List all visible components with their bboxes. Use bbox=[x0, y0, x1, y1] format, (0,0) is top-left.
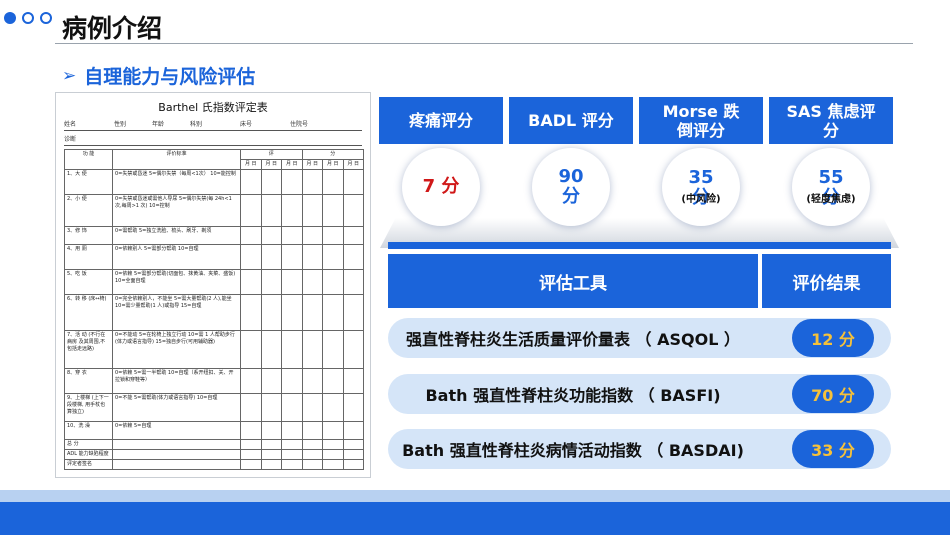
form-item: 6、转 移 (床↔椅) bbox=[64, 294, 113, 331]
form-item: 8、穿 衣 bbox=[64, 368, 113, 394]
form-std: 0=完全依赖别人，不能坐 5=需大量帮助(2 人),能坐 10=需少量帮助(1 … bbox=[112, 294, 241, 331]
score-circle-morse: 35 分 (中风险) bbox=[662, 148, 740, 226]
score-card-badl: BADL 评分 bbox=[509, 97, 633, 144]
score-value-pain: 7 分 bbox=[422, 176, 460, 197]
stage-band bbox=[388, 242, 891, 249]
form-std: 0=需帮助 5=独立洗脸、梳头、刷牙、剃须 bbox=[112, 226, 241, 245]
form-row: 评定者签名 bbox=[64, 459, 364, 470]
score-card-pain: 疼痛评分 bbox=[379, 97, 503, 144]
ring-dot-icon bbox=[40, 12, 52, 24]
form-meta-record: 住院号 bbox=[290, 121, 309, 128]
form-std bbox=[112, 459, 241, 470]
form-item: 10、洗 澡 bbox=[64, 421, 113, 440]
form-title: Barthel 氏指数评定表 bbox=[158, 101, 268, 114]
form-table: 功 能 评价标准 评 分 月 日 月 日 月 日 月 日 月 日 月 日 1、大… bbox=[64, 149, 364, 470]
form-row: 2、小 便 0=失禁或昏迷或需他人导尿 5=偶尔失禁(每 24h<1 次,每周>1… bbox=[64, 194, 364, 227]
form-std: 0=依赖 5=需部分帮助(切面包、抹黄油、夹菜、盛饭) 10=全面自理 bbox=[112, 269, 241, 295]
form-date-cell: 月 日 bbox=[281, 159, 303, 170]
footer-light-band bbox=[0, 490, 950, 502]
form-meta-line: 姓名 性别 年龄 科别 床号 住院号 bbox=[64, 119, 362, 131]
form-std: 0=依赖别人 5=需部分帮助 10=自理 bbox=[112, 244, 241, 270]
table-row-result: 33 分 bbox=[792, 430, 874, 468]
form-meta-sex: 性别 bbox=[114, 121, 127, 128]
form-row: ADL 能力缺陷程度 bbox=[64, 449, 364, 460]
table-header-result: 评价结果 bbox=[762, 254, 891, 308]
form-item: 1、大 便 bbox=[64, 169, 113, 195]
form-std: 0=失禁或昏迷或需他人导尿 5=偶尔失禁(每 24h<1 次,每周>1 次) 1… bbox=[112, 194, 241, 227]
chevron-right-icon: ➢ bbox=[62, 65, 77, 86]
score-value-badl: 90 分 bbox=[558, 166, 584, 207]
score-circle-pain: 7 分 bbox=[402, 148, 480, 226]
score-note-sas: (轻度焦虑) bbox=[806, 194, 856, 205]
form-date-cell: 月 日 bbox=[260, 159, 282, 170]
form-row: 8、穿 衣 0=依赖 5=需一半帮助 10=自理（系开纽扣、关、开拉锁和穿鞋等） bbox=[64, 368, 364, 394]
form-item: 4、用 厕 bbox=[64, 244, 113, 270]
form-date-cell: 月 日 bbox=[342, 159, 364, 170]
form-row: 1、大 便 0=失禁或昏迷 5=偶尔失禁（每周<1次） 10=能控制 bbox=[64, 169, 364, 195]
form-meta-age: 年龄 bbox=[152, 121, 165, 128]
form-std: 0=失禁或昏迷 5=偶尔失禁（每周<1次） 10=能控制 bbox=[112, 169, 241, 195]
form-date-cell: 月 日 bbox=[301, 159, 323, 170]
title-divider bbox=[55, 43, 913, 44]
form-date-cell: 月 日 bbox=[322, 159, 344, 170]
form-col-item: 功 能 bbox=[64, 149, 113, 170]
footer-dark-band bbox=[0, 502, 950, 535]
dot-icon bbox=[4, 12, 16, 24]
table-header-tool: 评估工具 bbox=[388, 254, 758, 308]
subtitle-text: 自理能力与风险评估 bbox=[84, 66, 256, 88]
score-circle-badl: 90 分 bbox=[532, 148, 610, 226]
table-row-tool: Bath 强直性脊柱炎功能指数 （ BASFI) bbox=[425, 386, 721, 405]
form-item: 评定者签名 bbox=[64, 459, 113, 470]
form-row: 3、修 饰 0=需帮助 5=独立洗脸、梳头、刷牙、剃须 bbox=[64, 226, 364, 245]
form-std: 0=依赖 5=需一半帮助 10=自理（系开纽扣、关、开拉锁和穿鞋等） bbox=[112, 368, 241, 394]
form-meta-bed: 床号 bbox=[240, 121, 253, 128]
table-row-result: 12 分 bbox=[792, 319, 874, 357]
form-std: 0=依赖 5=自理 bbox=[112, 421, 241, 440]
form-item: 总 分 bbox=[64, 439, 113, 450]
section-subtitle: ➢ 自理能力与风险评估 bbox=[62, 62, 255, 89]
form-item: 2、小 便 bbox=[64, 194, 113, 227]
form-row: 9、上楼梯 (上下一段楼梯, 用手杖也算独立) 0=不能 5=需帮助(体力或语言指… bbox=[64, 393, 364, 422]
score-card-sas: SAS 焦虑评分 bbox=[769, 97, 893, 144]
form-col-score-a: 评 bbox=[240, 149, 303, 160]
form-row: 10、洗 澡 0=依赖 5=自理 bbox=[64, 421, 364, 440]
table-row-result: 70 分 bbox=[792, 375, 874, 413]
form-date-cell: 月 日 bbox=[240, 159, 262, 170]
form-std bbox=[112, 449, 241, 460]
form-item: 5、吃 饭 bbox=[64, 269, 113, 295]
form-std: 0=不能动 5=在轮椅上独立行动 10=需 1 人帮助步行(体力或语言指导) 1… bbox=[112, 330, 241, 369]
form-meta-name: 姓名 bbox=[64, 121, 77, 128]
form-header-row: 功 能 评价标准 评 分 bbox=[64, 149, 364, 170]
form-col-score-b: 分 bbox=[301, 149, 364, 160]
form-row: 4、用 厕 0=依赖别人 5=需部分帮助 10=自理 bbox=[64, 244, 364, 270]
barthel-form-image: Barthel 氏指数评定表 姓名 性别 年龄 科别 床号 住院号 诊断 功 能… bbox=[55, 92, 371, 478]
table-row-tool: Bath 强直性脊柱炎病情活动指数 （ BASDAI) bbox=[402, 441, 744, 460]
score-card-morse: Morse 跌倒评分 bbox=[639, 97, 763, 144]
page-title: 病例介绍 bbox=[62, 14, 163, 43]
score-circle-sas: 55 分 (轻度焦虑) bbox=[792, 148, 870, 226]
form-item: 3、修 饰 bbox=[64, 226, 113, 245]
score-note-morse: (中风险) bbox=[681, 194, 721, 205]
form-row: 5、吃 饭 0=依赖 5=需部分帮助(切面包、抹黄油、夹菜、盛饭) 10=全面自理 bbox=[64, 269, 364, 295]
form-meta-dept: 科别 bbox=[190, 121, 203, 128]
form-item: 7、活 动 (不行在病房 及其周围,不 包括走远路) bbox=[64, 330, 113, 369]
form-diagnosis: 诊断 bbox=[64, 134, 362, 146]
form-col-std: 评价标准 bbox=[112, 149, 241, 170]
form-item: ADL 能力缺陷程度 bbox=[64, 449, 113, 460]
form-row: 7、活 动 (不行在病房 及其周围,不 包括走远路) 0=不能动 5=在轮椅上独立… bbox=[64, 330, 364, 369]
table-row-tool: 强直性脊柱炎生活质量评价量表 （ ASQOL ） bbox=[405, 330, 741, 349]
decorative-dots bbox=[4, 12, 52, 24]
form-item: 9、上楼梯 (上下一段楼梯, 用手杖也算独立) bbox=[64, 393, 113, 422]
form-row: 6、转 移 (床↔椅) 0=完全依赖别人，不能坐 5=需大量帮助(2 人),能坐 … bbox=[64, 294, 364, 331]
form-row: 总 分 bbox=[64, 439, 364, 450]
form-std: 0=不能 5=需帮助(体力或语言指导) 10=自理 bbox=[112, 393, 241, 422]
ring-dot-icon bbox=[22, 12, 34, 24]
form-std bbox=[112, 439, 241, 450]
